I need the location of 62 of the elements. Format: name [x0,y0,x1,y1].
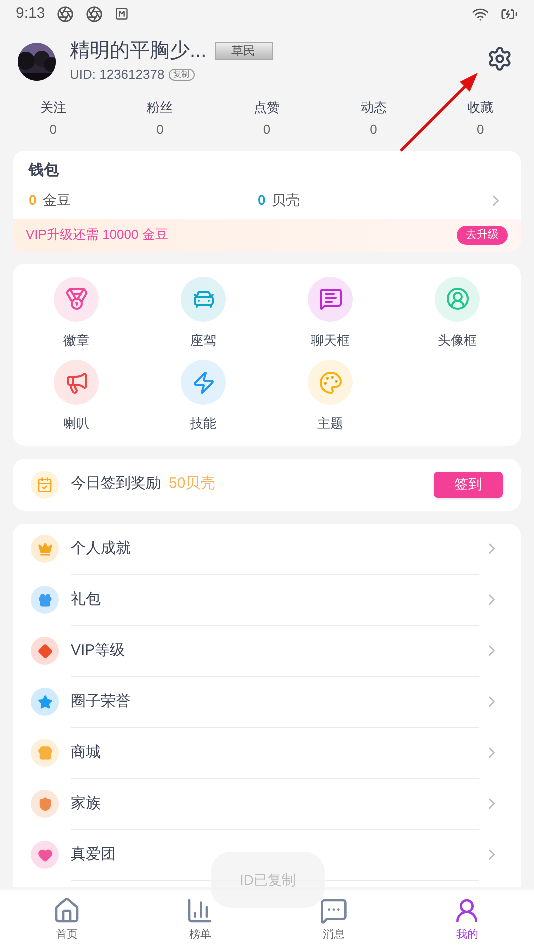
user-id: UID: 123612378 [70,66,165,84]
settings-icon[interactable] [487,46,513,72]
stat-label: 动态 [360,99,387,117]
diamond-icon [38,644,52,658]
heart-icon [38,848,52,862]
checkin-text: 今日签到奖励 [71,474,161,494]
medal-icon [64,287,88,311]
feature-item[interactable]: 主题 [267,360,394,434]
nav-tab[interactable]: 首页 [0,890,134,950]
feature-item[interactable]: 喇叭 [13,360,140,434]
stat-label: 粉丝 [147,99,174,117]
menu-item[interactable]: 商城 [13,728,521,778]
shield-icon [38,796,52,812]
app-icon [115,7,130,21]
stat-label: 收藏 [468,99,494,117]
stat-value: 0 [370,120,378,138]
feature-item[interactable]: 聊天框 [267,276,394,350]
feature-item[interactable]: 座驾 [140,276,267,350]
vip-note: VIP升级还需 10000 金豆 [26,226,168,244]
stat-value: 0 [50,120,58,138]
copy-button[interactable]: 复制 [168,69,195,81]
upgrade-button[interactable]: 去升级 [457,226,508,244]
nav-tab[interactable]: 我的 [400,890,534,950]
lightning-icon [192,370,216,394]
balance-unit: 贝壳 [272,191,300,210]
feature-item[interactable]: 徽章 [13,276,140,350]
wallet-title: 钱包 [28,161,60,181]
status-time: 9:13 [16,4,46,24]
avatar-icon [446,287,470,311]
balance-amount: 0 [29,191,37,210]
menu-item[interactable]: VIP等级 [13,626,521,676]
calendar-icon [37,476,53,492]
chat-icon [318,287,342,311]
megaphone-icon [64,370,88,394]
menu-item[interactable]: 礼包 [13,574,521,626]
message-icon [320,896,348,925]
app-icon [86,6,104,22]
balance-amount: 0 [258,191,266,210]
feature-item[interactable]: 技能 [140,360,267,434]
rank-badge: 草民 [214,42,273,60]
stat-value: 0 [476,120,484,138]
chart-icon [186,896,214,925]
stat-value: 0 [156,120,164,138]
star-icon [38,694,52,710]
palette-icon [318,370,342,394]
menu-item[interactable]: 家族 [13,778,521,830]
app-icon [57,6,74,22]
toast: ID已复制 [211,852,325,908]
menu-item[interactable]: 圈子荣誉 [13,676,521,728]
home-icon [52,896,81,925]
stat-value: 0 [263,120,271,138]
gift-icon [38,592,52,608]
stat-label: 点赞 [254,99,280,117]
menu-item[interactable]: 个人成就 [13,524,521,574]
feature-item[interactable]: 头像框 [394,276,521,350]
user-name: 精明的平胸少... [70,39,207,64]
stat-label: 关注 [40,99,66,117]
store-icon [38,746,52,760]
crown-icon [38,542,52,556]
balance-unit: 金豆 [42,191,71,210]
checkin-reward: 50贝壳 [169,474,216,494]
checkin-button[interactable]: 签到 [434,472,503,498]
